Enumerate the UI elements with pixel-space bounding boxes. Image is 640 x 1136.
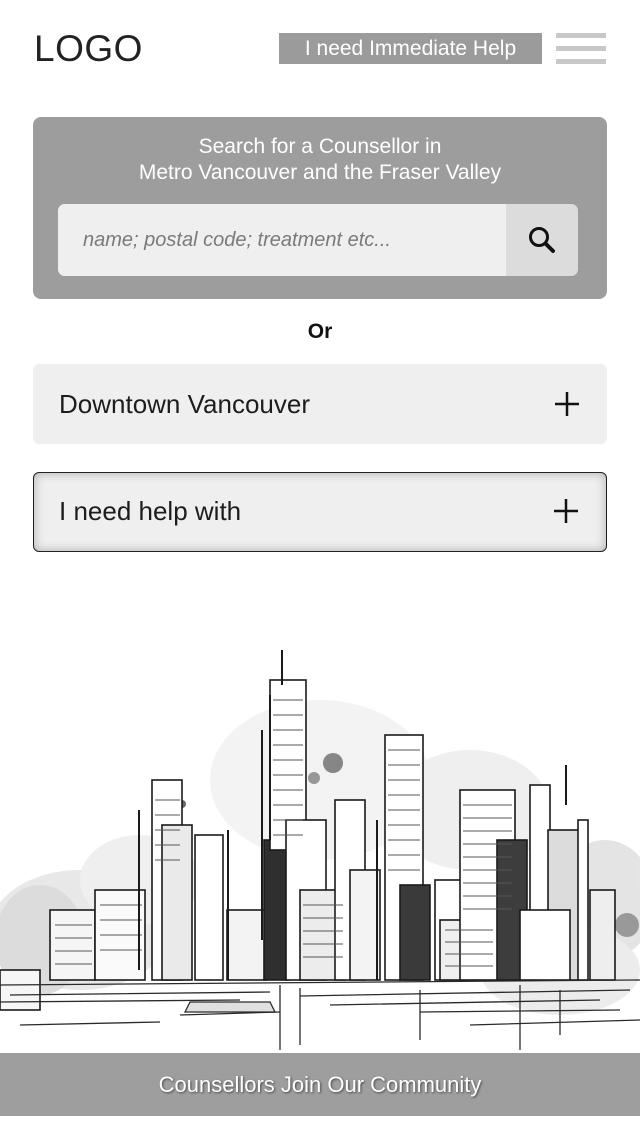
search-input[interactable] <box>58 204 506 276</box>
search-title-line-1: Search for a Counsellor in <box>198 135 442 158</box>
search-button[interactable] <box>506 204 578 276</box>
search-title: Search for a Counsellor in Metro Vancouv… <box>33 134 607 186</box>
hamburger-menu-icon[interactable] <box>556 33 606 64</box>
plus-icon <box>554 499 578 523</box>
menu-bar-bottom <box>556 59 606 64</box>
or-separator: Or <box>307 320 333 343</box>
search-panel: Search for a Counsellor in Metro Vancouv… <box>33 117 607 299</box>
plus-icon <box>555 392 579 416</box>
menu-bar-top <box>556 33 606 38</box>
search-icon <box>529 227 555 253</box>
location-label: Downtown Vancouver <box>59 389 310 419</box>
join-community-button[interactable]: Counsellors Join Our Community <box>0 1053 640 1116</box>
city-skyline-illustration <box>0 650 640 1050</box>
menu-bar-middle <box>556 46 606 51</box>
help-with-dropdown[interactable]: I need help with <box>33 472 607 552</box>
immediate-help-button[interactable]: I need Immediate Help <box>279 33 542 64</box>
search-title-line-2: Metro Vancouver and the Fraser Valley <box>138 161 502 184</box>
location-dropdown[interactable]: Downtown Vancouver <box>33 364 607 444</box>
help-with-label: I need help with <box>59 496 242 526</box>
search-box <box>58 204 578 276</box>
logo[interactable]: LOGO <box>34 28 143 70</box>
